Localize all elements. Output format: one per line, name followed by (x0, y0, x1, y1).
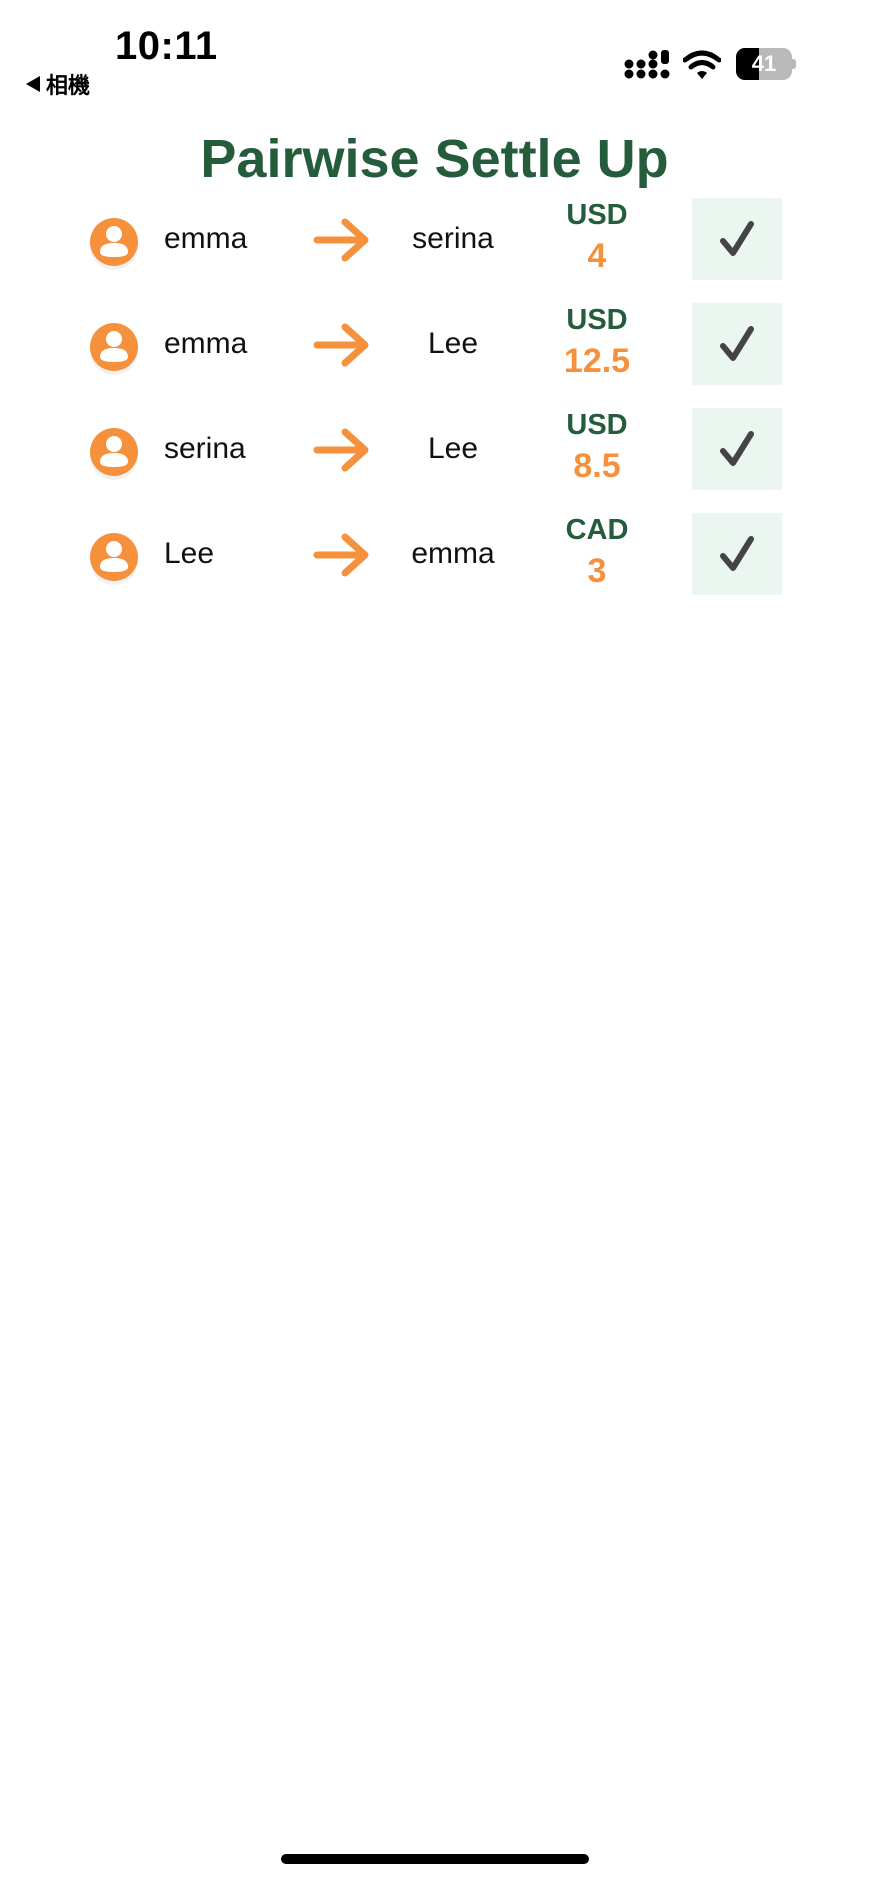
battery-tip (792, 59, 796, 69)
payer-name: serina (164, 432, 246, 465)
currency-label: CAD (565, 514, 629, 546)
settlement-row: emma serina USD 4 (0, 198, 869, 282)
home-indicator[interactable] (281, 1854, 589, 1864)
payer-name: emma (164, 327, 248, 360)
settle-button[interactable] (692, 513, 782, 595)
payee-name: emma (411, 537, 495, 570)
arrow-right-icon (313, 428, 369, 472)
currency-label: USD (566, 304, 628, 336)
page-title: Pairwise Settle Up (200, 129, 669, 189)
checkmark-icon (720, 536, 754, 571)
amount-value: 12.5 (563, 342, 631, 380)
user-circle-icon (90, 428, 138, 480)
checkmark-icon (720, 431, 754, 466)
currency-label: USD (566, 199, 628, 231)
checkmark-icon (720, 326, 754, 361)
settlement-row: emma Lee USD 12.5 (0, 303, 869, 387)
amount-value: 8.5 (573, 447, 621, 485)
checkmark-icon (720, 221, 754, 256)
arrow-right-icon (313, 533, 369, 577)
settle-button[interactable] (692, 303, 782, 385)
settle-button[interactable] (692, 198, 782, 280)
settle-button[interactable] (692, 408, 782, 490)
payee-name: serina (412, 222, 494, 255)
screen: 10:11 相機 41 Pairwise Settle Up emma seri… (0, 0, 869, 1884)
settlement-row: Lee emma CAD 3 (0, 513, 869, 597)
settlement-row: serina Lee USD 8.5 (0, 408, 869, 492)
status-time: 10:11 (115, 24, 218, 68)
user-circle-icon (90, 533, 138, 585)
user-circle-icon (90, 218, 138, 270)
arrow-right-icon (313, 218, 369, 262)
arrow-right-icon (313, 323, 369, 367)
battery-icon: 41 (736, 48, 796, 80)
payer-name: emma (164, 222, 248, 255)
payee-name: Lee (427, 432, 479, 465)
currency-label: USD (566, 409, 628, 441)
amount-value: 4 (587, 237, 607, 275)
back-triangle-icon (26, 76, 40, 92)
payee-name: Lee (427, 327, 479, 360)
wifi-icon (683, 50, 721, 79)
amount-value: 3 (587, 552, 607, 590)
battery-body: 41 (736, 48, 792, 80)
status-bar: 10:11 相機 41 (0, 0, 869, 100)
back-link-label: 相機 (46, 73, 91, 98)
back-to-camera-link[interactable]: 相機 (26, 68, 90, 100)
payer-name: Lee (164, 537, 215, 570)
user-circle-icon (90, 323, 138, 375)
battery-level: 41 (751, 51, 777, 76)
cellular-signal-icon (624, 50, 670, 79)
